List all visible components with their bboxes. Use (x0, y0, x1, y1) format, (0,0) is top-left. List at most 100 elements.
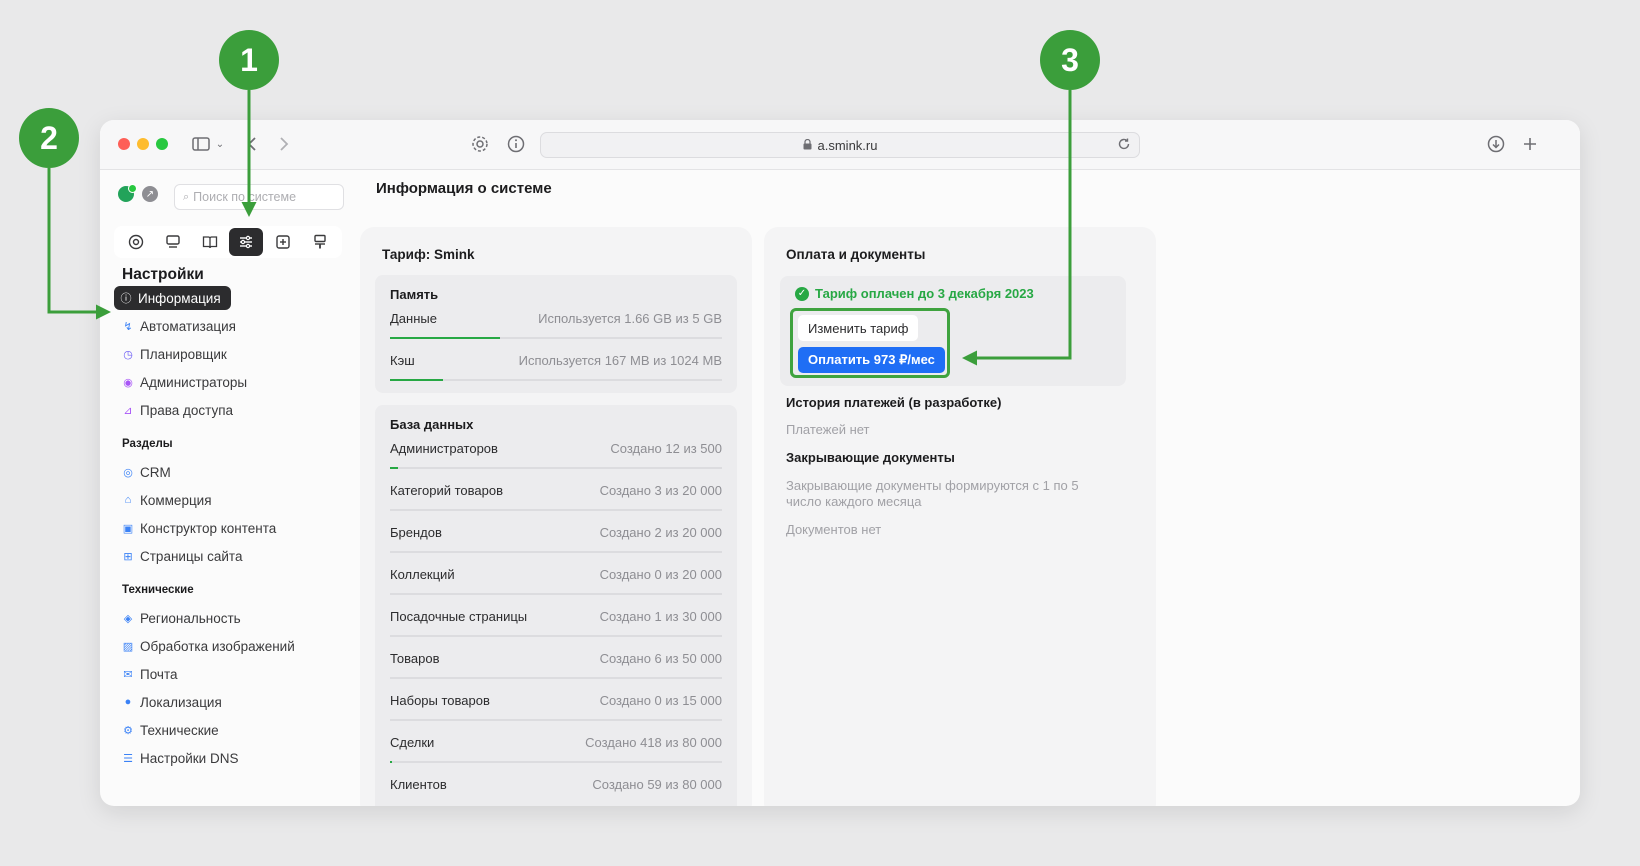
row-value: Создано 1 из 30 000 (599, 609, 722, 624)
tariff-card: Тариф: Smink Память Данные Используется … (360, 227, 752, 806)
avatar[interactable] (118, 184, 137, 202)
docs-empty: Документов нет (786, 522, 882, 537)
info-icon: ⓘ (120, 293, 132, 305)
change-tariff-button[interactable]: Изменить тариф (798, 315, 919, 341)
row-value: Создано 6 из 50 000 (599, 651, 722, 666)
sidebar-item-localization[interactable]: ● Локализация (120, 690, 228, 714)
memory-row-data: Данные Используется 1.66 GB из 5 GB (390, 311, 722, 331)
row-label: Администраторов (390, 441, 498, 456)
progress-fill (390, 761, 392, 763)
sidebar-item-label: Почта (140, 666, 178, 682)
sidebar-item-label: Коммерция (140, 492, 212, 508)
memory-heading: Память (390, 287, 439, 302)
progress-fill (390, 379, 444, 381)
sidebar-item-site-pages[interactable]: ⊞ Страницы сайта (120, 544, 248, 568)
database-row: Сделки Создано 418 из 80 000 (390, 735, 722, 755)
external-link-icon[interactable]: ↗ (142, 186, 158, 202)
progress-bar (390, 761, 722, 763)
sidebar-item-label: Конструктор контента (140, 520, 277, 536)
sidebar-toggle-icon[interactable] (190, 132, 212, 156)
history-empty: Платежей нет (786, 422, 870, 437)
row-value: Создано 0 из 15 000 (599, 693, 722, 708)
sidebar-item-regional[interactable]: ◈ Региональность (120, 606, 247, 630)
add-section-icon[interactable] (266, 228, 300, 256)
sidebar-item-technical[interactable]: ⚙ Технические (120, 718, 225, 742)
row-label: Клиентов (390, 777, 447, 792)
row-label: Кэш (390, 353, 415, 368)
sidebar-item-automation[interactable]: ↯ Автоматизация (120, 314, 242, 338)
sidebar-item-scheduler[interactable]: ◷ Планировщик (120, 342, 233, 366)
row-value: Создано 0 из 20 000 (599, 567, 722, 582)
database-row: Наборы товаров Создано 0 из 15 000 (390, 693, 722, 713)
row-value: Используется 1.66 GB из 5 GB (538, 311, 722, 326)
sidebar-item-administrators[interactable]: ◉ Администраторы (120, 370, 253, 394)
download-icon[interactable] (1486, 132, 1506, 156)
book-section-icon[interactable] (193, 228, 227, 256)
minimize-window-button[interactable] (137, 138, 149, 150)
progress-bar (390, 379, 722, 381)
address-bar[interactable]: a.smink.ru (540, 132, 1140, 158)
row-label: Товаров (390, 651, 440, 666)
page-title: Информация о системе (376, 180, 552, 197)
reload-icon[interactable] (1117, 137, 1131, 154)
sidebar-item-label: CRM (140, 464, 171, 480)
row-value: Создано 59 из 80 000 (592, 777, 722, 792)
row-label: Сделки (390, 735, 435, 750)
paid-status: ✓ Тариф оплачен до 3 декабря 2023 (795, 286, 1034, 301)
memory-row-cache: Кэш Используется 167 MB из 1024 MB (390, 353, 722, 373)
technical-icon: ⚙ (123, 724, 133, 737)
commerce-section-icon[interactable] (156, 228, 190, 256)
url-text: a.smink.ru (817, 137, 878, 153)
access-icon: ⊿ (123, 404, 133, 417)
pay-button[interactable]: Оплатить 973 ₽/мес (798, 347, 945, 373)
zoom-window-button[interactable] (156, 138, 168, 150)
database-row: Брендов Создано 2 из 20 000 (390, 525, 722, 545)
browser-window: ⌄ a.smink.ru ↗ ⌕ Поиск по системе Настро… (100, 120, 1580, 806)
dns-icon: ☰ (123, 752, 133, 765)
sidebar-item-mail[interactable]: ✉ Почта (120, 662, 184, 686)
sidebar-item-label: Информация (138, 290, 221, 306)
sidebar-item-access-rights[interactable]: ⊿ Права доступа (120, 398, 239, 422)
localization-icon: ● (124, 696, 132, 708)
section-icon-bar (114, 226, 342, 258)
tariff-title: Тариф: Smink (382, 247, 475, 262)
scheduler-icon: ◷ (123, 348, 133, 361)
sidebar-item-label: Администраторы (140, 374, 248, 390)
chevron-down-icon[interactable]: ⌄ (214, 132, 226, 156)
row-value: Создано 418 из 80 000 (585, 735, 722, 750)
info-icon[interactable] (506, 132, 526, 156)
sidebar-item-label: Технические (140, 722, 219, 738)
commerce-icon: ⌂ (124, 494, 132, 506)
sidebar-item-information[interactable]: ⓘ Информация (114, 286, 231, 310)
sidebar: ↗ ⌕ Поиск по системе Настройки ⓘ Информа… (100, 170, 350, 806)
sidebar-item-commerce[interactable]: ⌂ Коммерция (120, 488, 218, 512)
crm-section-icon[interactable] (119, 228, 153, 256)
sidebar-item-image-processing[interactable]: ▨ Обработка изображений (120, 634, 301, 658)
settings-section-icon[interactable] (229, 228, 264, 256)
admins-icon: ◉ (123, 376, 133, 389)
close-window-button[interactable] (118, 138, 130, 150)
sidebar-item-content-builder[interactable]: ▣ Конструктор контента (120, 516, 282, 540)
sidebar-item-label: Права доступа (140, 402, 234, 418)
database-panel: База данных Администраторов Создано 12 из… (375, 405, 737, 806)
row-label: Категорий товаров (390, 483, 504, 498)
progress-bar (390, 635, 722, 637)
row-value: Используется 167 MB из 1024 MB (518, 353, 722, 368)
image-processing-icon: ▨ (122, 640, 134, 653)
lock-icon (803, 138, 812, 153)
row-label: Коллекций (390, 567, 455, 582)
progress-bar (390, 677, 722, 679)
sidebar-item-label: Настройки DNS (140, 750, 239, 766)
new-tab-icon[interactable] (1520, 132, 1540, 156)
progress-fill (390, 337, 500, 339)
back-icon[interactable] (244, 132, 260, 156)
gear-icon[interactable] (470, 132, 490, 156)
content-builder-icon: ▣ (122, 522, 134, 535)
progress-fill (390, 467, 398, 469)
row-value: Создано 3 из 20 000 (599, 483, 722, 498)
brush-section-icon[interactable] (303, 228, 337, 256)
sidebar-item-crm[interactable]: ◎ CRM (120, 460, 177, 484)
forward-icon[interactable] (276, 132, 292, 156)
search-input[interactable]: ⌕ Поиск по системе (174, 184, 344, 210)
sidebar-item-dns[interactable]: ☰ Настройки DNS (120, 746, 244, 770)
